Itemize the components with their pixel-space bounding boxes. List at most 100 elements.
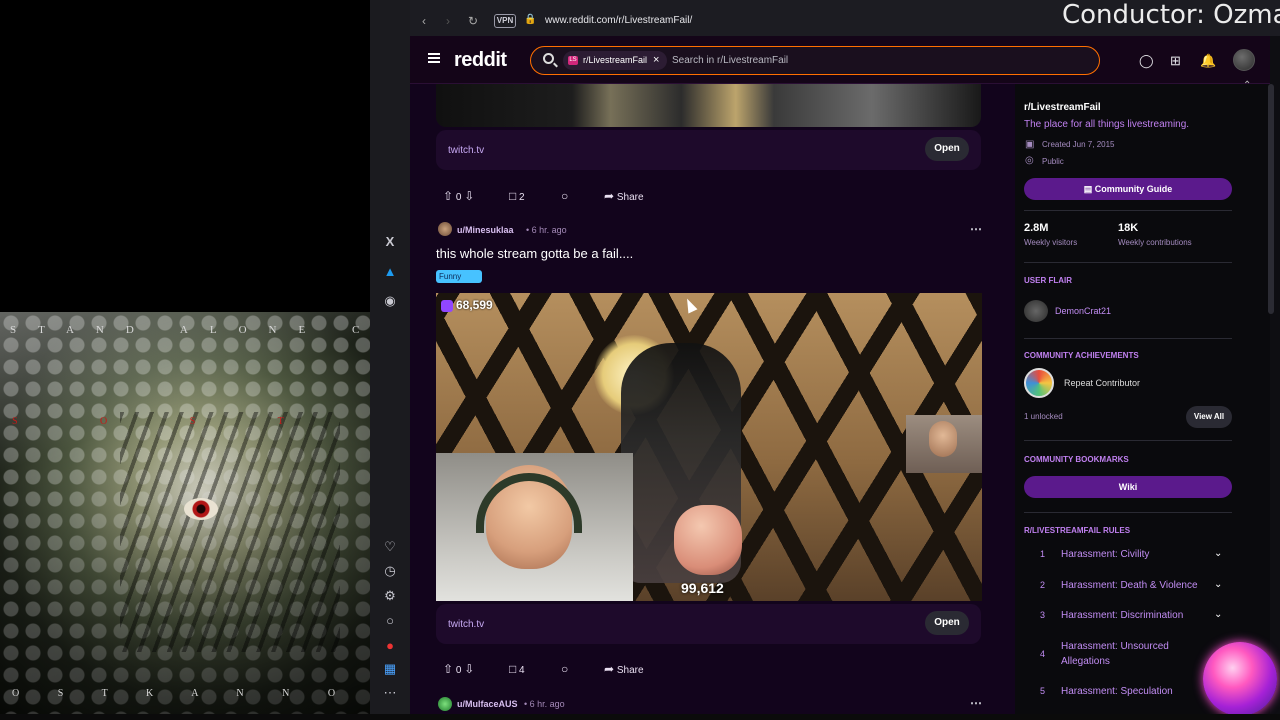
wiki-button[interactable]: Wiki: [1024, 476, 1232, 498]
comment-icon: □: [509, 189, 517, 203]
post3-time: • 6 hr. ago: [524, 699, 565, 709]
rule-number: 5: [1040, 686, 1046, 696]
reddit-logo[interactable]: reddit: [454, 49, 507, 72]
forward-icon[interactable]: ›: [446, 14, 450, 28]
post2-comments-button[interactable]: □ 4: [509, 662, 525, 676]
more-icon[interactable]: ⋯: [382, 685, 398, 701]
contributions-label: Weekly contributions: [1118, 238, 1192, 247]
chevron-down-icon[interactable]: ⌄: [1214, 548, 1222, 559]
album-art-hair: [120, 412, 340, 652]
reload-icon[interactable]: ↻: [468, 14, 478, 28]
post1-open-button[interactable]: Open: [925, 137, 969, 161]
translate-icon[interactable]: ▦: [382, 661, 398, 677]
rule-item[interactable]: Harassment: Civility: [1061, 547, 1149, 562]
search-chip[interactable]: r/LivestreamFail: [563, 51, 667, 70]
comment-icon: □: [509, 662, 517, 676]
chevron-down-icon[interactable]: ⌄: [1214, 579, 1222, 590]
back-icon[interactable]: ‹: [422, 14, 426, 28]
divider: [1024, 440, 1232, 441]
post2-flair[interactable]: Funny: [436, 270, 482, 283]
create-post-icon[interactable]: ⊞: [1170, 53, 1181, 69]
post3-username[interactable]: u/MulfaceAUS: [457, 699, 518, 709]
divider: [1024, 210, 1232, 211]
downvote-icon[interactable]: ⇩: [464, 662, 474, 676]
share-icon: ➦: [604, 189, 615, 203]
award-icon: ○: [561, 662, 569, 676]
search-input[interactable]: Search in r/LivestreamFail: [672, 55, 788, 66]
url-text[interactable]: www.reddit.com/r/LivestreamFail/: [545, 15, 692, 26]
created-date: Created Jun 7, 2015: [1042, 140, 1115, 149]
guide-icon: ▤: [1083, 184, 1095, 194]
upvote-icon[interactable]: ⇧: [443, 189, 453, 203]
vpn-badge[interactable]: VPN: [494, 14, 516, 28]
user-flair-name[interactable]: DemonCrat21: [1055, 306, 1111, 316]
visitors-value: 2.8M: [1024, 222, 1049, 234]
rule-number: 4: [1040, 649, 1046, 659]
heart-icon[interactable]: ♡: [382, 539, 398, 555]
post2-open-button[interactable]: Open: [925, 611, 969, 635]
post2-link[interactable]: twitch.tv: [448, 619, 484, 630]
view-all-button[interactable]: View All: [1186, 406, 1232, 428]
rule-item[interactable]: Harassment: Death & Violence: [1061, 578, 1198, 593]
collapse-icon[interactable]: ⌃: [1243, 80, 1251, 91]
history-icon[interactable]: ◷: [382, 563, 398, 579]
post2-video[interactable]: [436, 293, 982, 601]
post1-media[interactable]: [436, 84, 981, 127]
bulb-icon[interactable]: ○: [382, 612, 398, 628]
post1-award-button[interactable]: ○: [561, 189, 568, 203]
visibility: Public: [1042, 157, 1064, 166]
gear-icon[interactable]: ⚙: [382, 588, 398, 604]
bell-icon[interactable]: 🔔: [1200, 53, 1216, 69]
post2-comment-count: 4: [519, 665, 525, 676]
bluesky-icon[interactable]: ▲: [382, 263, 398, 279]
x-icon[interactable]: X: [382, 233, 398, 249]
post3-user-avatar[interactable]: [438, 697, 452, 711]
community-guide-button[interactable]: ▤ Community Guide: [1024, 178, 1232, 200]
community-guide-label: Community Guide: [1094, 184, 1173, 194]
rule-number: 1: [1040, 549, 1046, 559]
flair-avatar: [1024, 300, 1048, 322]
user-avatar[interactable]: [1233, 49, 1255, 71]
post1-comment-count: 2: [519, 192, 525, 203]
post2-award-button[interactable]: ○: [561, 662, 568, 676]
menu-icon[interactable]: [428, 53, 440, 63]
post1-vote-count: 0: [455, 192, 462, 203]
rule-item[interactable]: Harassment: Unsourced Allegations: [1061, 639, 1181, 669]
chevron-down-icon[interactable]: ⌄: [1214, 609, 1222, 620]
post3-more-icon[interactable]: ⋯: [970, 696, 982, 710]
rule-number: 2: [1040, 580, 1046, 590]
post1-share-button[interactable]: ➦ Share: [604, 189, 644, 203]
post2-title[interactable]: this whole stream gotta be a fail....: [436, 246, 633, 261]
post2-username[interactable]: u/Minesuklaa: [457, 225, 514, 235]
achievement-name[interactable]: Repeat Contributor: [1064, 378, 1140, 388]
viewer-count-value: 68,599: [456, 298, 493, 312]
rule-item[interactable]: Harassment: Speculation: [1061, 684, 1173, 699]
bottom-bar: [0, 714, 1280, 720]
post2-vote[interactable]: ⇧ 0 ⇩: [443, 662, 474, 676]
post1-link[interactable]: twitch.tv: [448, 145, 484, 156]
community-description: The place for all things livestreaming.: [1024, 119, 1190, 130]
discord-icon[interactable]: ◉: [382, 293, 398, 309]
ublock-icon[interactable]: ●: [382, 637, 398, 653]
post1-vote[interactable]: ⇧ 0 ⇩: [443, 189, 474, 203]
scrollbar[interactable]: [1268, 84, 1274, 314]
chip-close-icon[interactable]: ×: [653, 54, 659, 66]
post2-more-icon[interactable]: ⋯: [970, 222, 982, 236]
post2-link-card[interactable]: [436, 604, 981, 644]
black-area: [0, 0, 370, 312]
post1-link-card[interactable]: [436, 130, 981, 170]
downvote-icon[interactable]: ⇩: [464, 189, 474, 203]
rule-item[interactable]: Harassment: Discrimination: [1061, 608, 1183, 623]
upvote-icon[interactable]: ⇧: [443, 662, 453, 676]
achievement-icon: [1024, 368, 1054, 398]
rules-heading: R/LIVESTREAMFAIL RULES: [1024, 526, 1131, 535]
lock-icon[interactable]: 🔒: [524, 14, 536, 25]
post3-time-text: 6 hr. ago: [529, 699, 565, 709]
post2-time: • 6 hr. ago: [526, 225, 567, 235]
post2-user-avatar[interactable]: [438, 222, 452, 236]
post1-comments-button[interactable]: □ 2: [509, 189, 525, 203]
globe-icon: ◎: [1025, 155, 1034, 166]
post2-share-button[interactable]: ➦ Share: [604, 662, 644, 676]
chat-icon[interactable]: ◯: [1139, 53, 1154, 69]
bookmarks-heading: COMMUNITY BOOKMARKS: [1024, 455, 1129, 464]
